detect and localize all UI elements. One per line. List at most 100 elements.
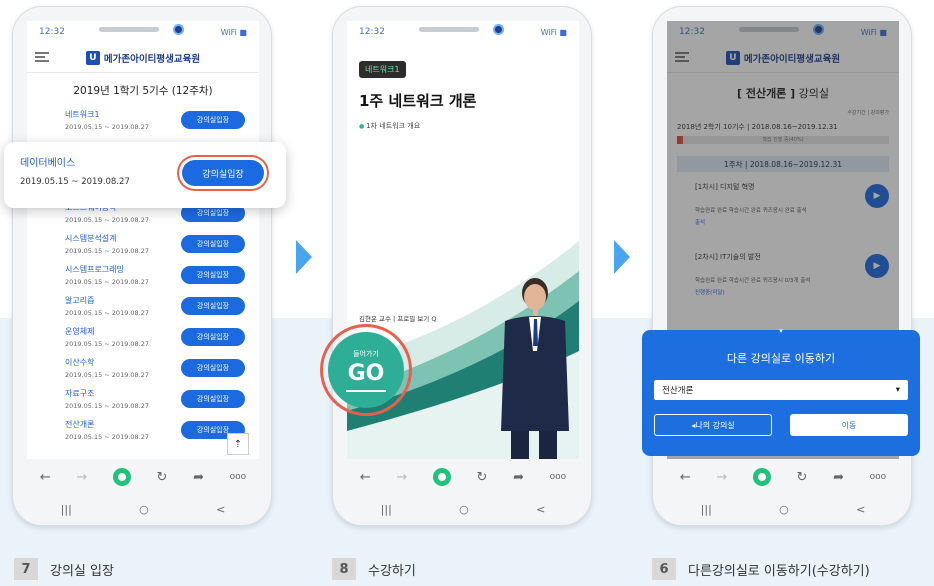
phone-frame-2: 12:32 WiFi ■ 네트워크1 1주 네트워크 개론 1차 네트워크 개요 (332, 6, 592, 526)
status-time: 12:32 (359, 27, 385, 37)
course-row: 전산개론 2019.05.15 ~ 2019.08.27 강의실입장 (27, 414, 259, 445)
step-arrow-icon (296, 240, 312, 274)
course-date: 2019.05.15 ~ 2019.08.27 (65, 432, 150, 441)
course-row: 네트워크1 2019.05.15 ~ 2019.08.27 강의실입장 (27, 104, 259, 135)
course-name[interactable]: 운영체제 (65, 326, 149, 337)
recent-apps-icon[interactable]: ||| (701, 503, 712, 516)
status-time: 12:32 (39, 27, 65, 37)
browser-toolbar: ← → ↻ ➦ ooo (27, 459, 259, 495)
step-number: 7 (14, 558, 38, 580)
home-icon[interactable] (432, 468, 451, 486)
my-classroom-button[interactable]: ◂나의 강의실 (654, 414, 772, 436)
step-number: 6 (652, 558, 676, 580)
home-nav-icon[interactable]: ○ (779, 503, 789, 516)
popup-buttons: ◂나의 강의실 이동 (654, 414, 908, 436)
course-date: 2019.05.15 ~ 2019.08.27 (65, 339, 150, 348)
forward-arrow-icon[interactable]: → (76, 470, 87, 485)
more-icon[interactable]: ooo (550, 472, 567, 482)
course-name[interactable]: 알고리즘 (65, 295, 149, 306)
course-info: 시스템프로그래밍 2019.05.15 ~ 2019.08.27 (65, 264, 149, 286)
move-button[interactable]: 이동 (790, 414, 908, 436)
more-icon[interactable]: ooo (870, 472, 887, 482)
teacher-info[interactable]: 김현운 교수 | 프로필 보기 Q (359, 313, 436, 323)
course-date: 2019.05.15 ~ 2019.08.27 (65, 122, 150, 131)
back-arrow-icon[interactable]: ← (40, 470, 51, 485)
forward-arrow-icon[interactable]: → (716, 470, 727, 485)
go-label: GO (347, 360, 385, 386)
course-name[interactable]: 시스템프로그래밍 (65, 264, 149, 275)
status-bar: 12:32 WiFi ■ (27, 21, 259, 43)
back-nav-icon[interactable]: < (536, 503, 545, 516)
wifi-battery-icon: WiFi ■ (220, 27, 247, 37)
back-arrow-icon[interactable]: ← (680, 470, 691, 485)
more-icon[interactable]: ooo (230, 472, 247, 482)
enter-classroom-button-highlighted[interactable]: 강의실입장 (182, 160, 264, 186)
enter-classroom-button[interactable]: 강의실입장 (181, 358, 245, 377)
course-name[interactable]: 네트워크1 (65, 109, 149, 120)
share-icon[interactable]: ➦ (513, 470, 524, 485)
back-nav-icon[interactable]: < (216, 503, 225, 516)
step-label: 강의실 입장 (50, 563, 114, 579)
course-date: 2019.05.15 ~ 2019.08.27 (65, 370, 150, 379)
up-arrow-icon[interactable]: ⇡ (227, 433, 249, 455)
recent-apps-icon[interactable]: ||| (61, 503, 72, 516)
home-nav-icon[interactable]: ○ (139, 503, 149, 516)
share-icon[interactable]: ➦ (833, 470, 844, 485)
course-date: 2019.05.15 ~ 2019.08.27 (65, 246, 150, 255)
popup-title: 다른 강의실로 이동하기 (726, 352, 836, 365)
course-info: 시스템분석설계 2019.05.15 ~ 2019.08.27 (65, 233, 149, 255)
step-number: 8 (332, 558, 356, 580)
home-icon[interactable] (752, 468, 771, 486)
course-name[interactable]: 시스템분석설계 (65, 233, 149, 244)
course-row: 자료구조 2019.05.15 ~ 2019.08.27 강의실입장 (27, 383, 259, 414)
phone-screen-1: 12:32 WiFi ■ U 메가존아이티평생교육원 2019년 1학기 5기수… (27, 21, 259, 459)
course-name[interactable]: 자료구조 (65, 388, 149, 399)
course-name[interactable]: 이산수학 (65, 357, 149, 368)
app-header: U 메가존아이티평생교육원 (27, 43, 259, 73)
brand-name: 메가존아이티평생교육원 (103, 53, 201, 65)
wifi-battery-icon: WiFi ■ (540, 27, 567, 37)
forward-arrow-icon[interactable]: → (396, 470, 407, 485)
step-caption: 7 강의실 입장 (14, 558, 114, 580)
system-nav-bar: ||| ○ < (27, 495, 259, 523)
home-icon[interactable] (112, 468, 131, 486)
course-info: 이산수학 2019.05.15 ~ 2019.08.27 (65, 357, 149, 379)
system-nav-bar: ||| ○ < (347, 495, 579, 523)
share-icon[interactable]: ➦ (193, 470, 204, 485)
step-label: 다른강의실로 이동하기(수강하기) (688, 563, 870, 579)
course-date: 2019.05.15 ~ 2019.08.27 (65, 215, 150, 224)
highlighted-course-card[interactable]: 데이터베이스 2019.05.15 ~ 2019.08.27 강의실입장 (4, 142, 286, 208)
course-row: 시스템분석설계 2019.05.15 ~ 2019.08.27 강의실입장 (27, 228, 259, 259)
system-nav-bar: ||| ○ < (667, 495, 899, 523)
enter-classroom-button[interactable]: 강의실입장 (181, 327, 245, 346)
course-info: 네트워크1 2019.05.15 ~ 2019.08.27 (65, 109, 149, 131)
refresh-icon[interactable]: ↻ (157, 470, 168, 485)
back-arrow-icon[interactable]: ← (360, 470, 371, 485)
enter-classroom-button[interactable]: 강의실입장 (181, 234, 245, 253)
enter-classroom-button[interactable]: 강의실입장 (181, 389, 245, 408)
refresh-icon[interactable]: ↻ (477, 470, 488, 485)
go-button[interactable]: 들어가기 GO (328, 332, 404, 408)
chevron-down-icon[interactable]: ▾ (776, 328, 786, 335)
course-info: 자료구조 2019.05.15 ~ 2019.08.27 (65, 388, 149, 410)
refresh-icon[interactable]: ↻ (797, 470, 808, 485)
course-info: 전산개론 2019.05.15 ~ 2019.08.27 (65, 419, 149, 441)
classroom-select[interactable]: 전산개론 ▾ (654, 380, 908, 400)
enter-classroom-button[interactable]: 강의실입장 (181, 265, 245, 284)
back-nav-icon[interactable]: < (856, 503, 865, 516)
go-button-highlight: 들어가기 GO (320, 324, 412, 416)
dropdown-arrow-icon: ▾ (895, 385, 900, 395)
menu-icon[interactable] (35, 52, 49, 62)
home-nav-icon[interactable]: ○ (459, 503, 469, 516)
site-logo[interactable]: U 메가존아이티평생교육원 (85, 50, 201, 65)
course-name[interactable]: 전산개론 (65, 419, 149, 430)
enter-classroom-button[interactable]: 강의실입장 (181, 110, 245, 129)
enter-classroom-button[interactable]: 강의실입장 (181, 296, 245, 315)
camera-icon (173, 24, 184, 35)
step-caption: 8 수강하기 (332, 558, 416, 580)
course-info: 알고리즘 2019.05.15 ~ 2019.08.27 (65, 295, 149, 317)
course-date: 2019.05.15 ~ 2019.08.27 (65, 308, 150, 317)
recent-apps-icon[interactable]: ||| (381, 503, 392, 516)
move-classroom-popup: ▾ 다른 강의실로 이동하기 전산개론 ▾ ◂나의 강의실 이동 (642, 328, 920, 456)
logo-badge-icon: U (85, 50, 100, 65)
